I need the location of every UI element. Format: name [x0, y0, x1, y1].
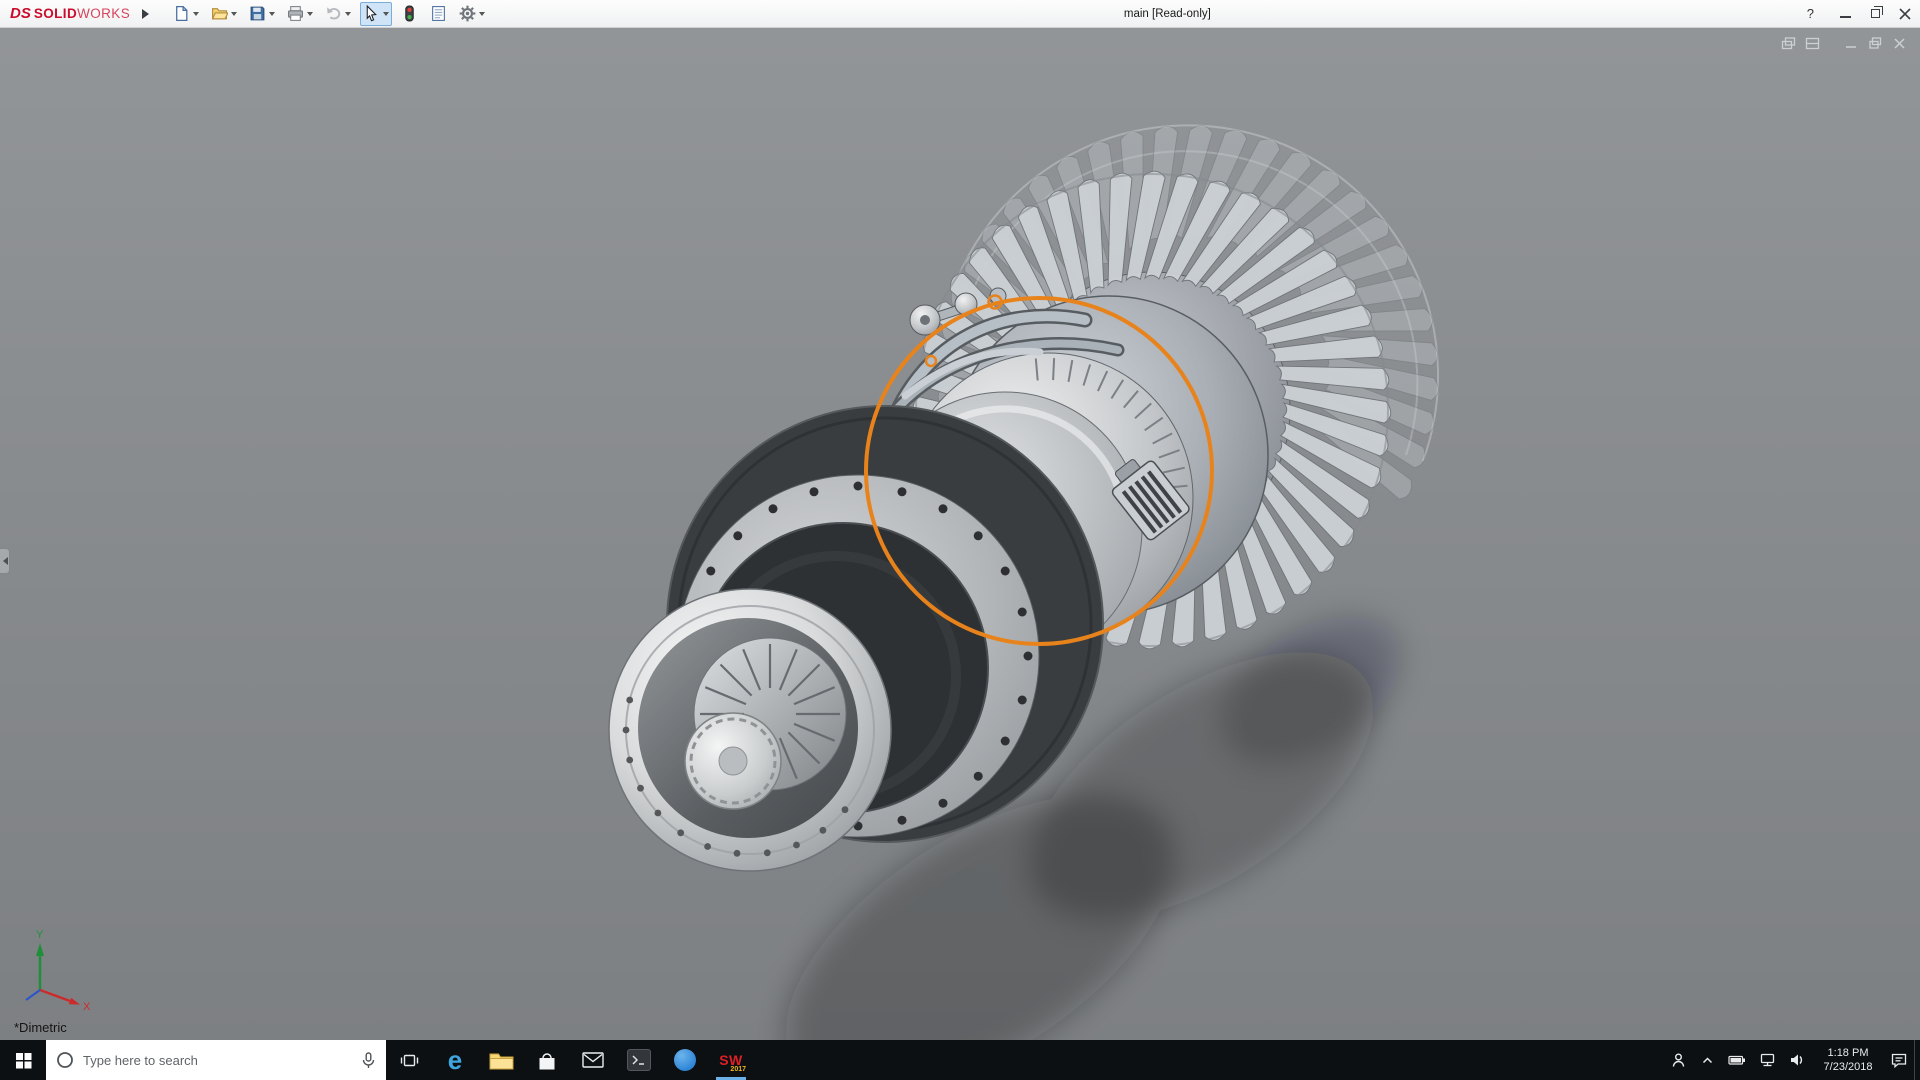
restore-button[interactable] [1860, 0, 1890, 27]
chevron-left-icon [0, 557, 8, 565]
app-blue-icon [674, 1049, 696, 1071]
hidden-icons-chevron-icon[interactable] [1700, 1053, 1715, 1068]
terminal-button[interactable] [616, 1040, 662, 1080]
solidworks-2017-icon: SW 2017 [716, 1047, 746, 1073]
open-document-button[interactable] [208, 2, 240, 26]
tile-window-icon[interactable] [1804, 36, 1821, 51]
dropdown-caret-icon[interactable] [307, 12, 313, 19]
dropdown-caret-icon[interactable] [231, 12, 237, 19]
terminal-icon [627, 1049, 651, 1071]
close-icon [1899, 8, 1911, 20]
store-button[interactable] [524, 1040, 570, 1080]
store-icon [536, 1050, 558, 1071]
new-document-icon [173, 5, 190, 22]
search-input[interactable] [83, 1053, 352, 1068]
rebuild-button[interactable] [398, 2, 421, 26]
document-title: main [Read-only] [1124, 8, 1211, 20]
mail-icon [582, 1052, 604, 1068]
dropdown-caret-icon[interactable] [383, 12, 389, 19]
dropdown-caret-icon[interactable] [479, 12, 485, 19]
minimize-button[interactable] [1830, 0, 1860, 27]
select-cursor-icon [363, 5, 380, 22]
graphics-viewport[interactable]: Y X [0, 28, 1920, 1040]
panel-collapse-tab[interactable] [0, 548, 10, 574]
taskbar-search[interactable] [46, 1040, 386, 1080]
taskbar-clock[interactable]: 1:18 PM 7/23/2018 [1819, 1046, 1877, 1075]
taskbar: e SW 2017 [0, 1040, 1920, 1080]
save-icon [249, 5, 266, 22]
people-icon[interactable] [1670, 1052, 1687, 1069]
view-orientation-label: *Dimetric [14, 1020, 67, 1035]
select-tool-button[interactable] [360, 2, 392, 26]
show-desktop-button[interactable] [1914, 1040, 1920, 1080]
network-icon[interactable] [1759, 1052, 1776, 1068]
edge-button[interactable]: e [432, 1040, 478, 1080]
dropdown-caret-icon[interactable] [345, 12, 351, 19]
battery-icon[interactable] [1728, 1052, 1746, 1068]
front-cone [609, 589, 891, 871]
start-button[interactable] [0, 1040, 46, 1080]
volume-icon[interactable] [1789, 1052, 1806, 1068]
minimize-doc-icon[interactable] [1843, 36, 1860, 51]
close-button[interactable] [1890, 0, 1920, 27]
cortana-ring-icon [56, 1051, 74, 1069]
task-view-button[interactable] [386, 1040, 432, 1080]
windows-logo-icon [15, 1052, 32, 1069]
solidworks-2017-button[interactable]: SW 2017 [708, 1040, 754, 1080]
options-gear-icon [459, 5, 476, 22]
titlebar: DS SOLID WORKS [0, 0, 1920, 28]
clock-time: 1:18 PM [1819, 1046, 1877, 1060]
open-folder-icon [211, 5, 228, 22]
quick-access-toolbar [164, 0, 488, 27]
help-button[interactable]: ? [1807, 6, 1814, 21]
file-explorer-icon [489, 1050, 514, 1070]
microphone-icon[interactable] [361, 1052, 376, 1069]
dropdown-caret-icon[interactable] [193, 12, 199, 19]
print-button[interactable] [284, 2, 316, 26]
traffic-light-icon [401, 5, 418, 22]
solidworks-logo: DS SOLID WORKS [0, 5, 136, 22]
ds-logo: DS [10, 5, 31, 22]
restore-doc-icon[interactable] [1867, 36, 1884, 51]
dropdown-caret-icon[interactable] [269, 12, 275, 19]
options-button[interactable] [456, 2, 488, 26]
triad-y-label: Y [36, 929, 44, 941]
menu-flyout-arrow-icon[interactable] [142, 9, 154, 19]
orientation-triad: Y X [26, 929, 91, 1013]
print-icon [287, 5, 304, 22]
restore-icon [1871, 9, 1880, 18]
mail-button[interactable] [570, 1040, 616, 1080]
system-tray: 1:18 PM 7/23/2018 [1670, 1040, 1914, 1080]
action-center-icon[interactable] [1890, 1052, 1908, 1069]
graphics-area[interactable]: Y X [0, 28, 1920, 1040]
minimize-icon [1840, 16, 1851, 18]
new-document-button[interactable] [170, 2, 202, 26]
undo-icon [325, 5, 342, 22]
file-explorer-button[interactable] [478, 1040, 524, 1080]
edge-icon: e [448, 1047, 462, 1073]
new-window-icon[interactable] [1780, 36, 1797, 51]
save-button[interactable] [246, 2, 278, 26]
undo-button[interactable] [322, 2, 354, 26]
clock-date: 7/23/2018 [1819, 1060, 1877, 1074]
close-doc-icon[interactable] [1891, 36, 1908, 51]
document-window-controls [1780, 36, 1908, 51]
triad-x-label: X [83, 1001, 91, 1013]
file-properties-icon [430, 5, 447, 22]
task-view-icon [400, 1052, 419, 1069]
app-blue-button[interactable] [662, 1040, 708, 1080]
file-properties-button[interactable] [427, 2, 450, 26]
